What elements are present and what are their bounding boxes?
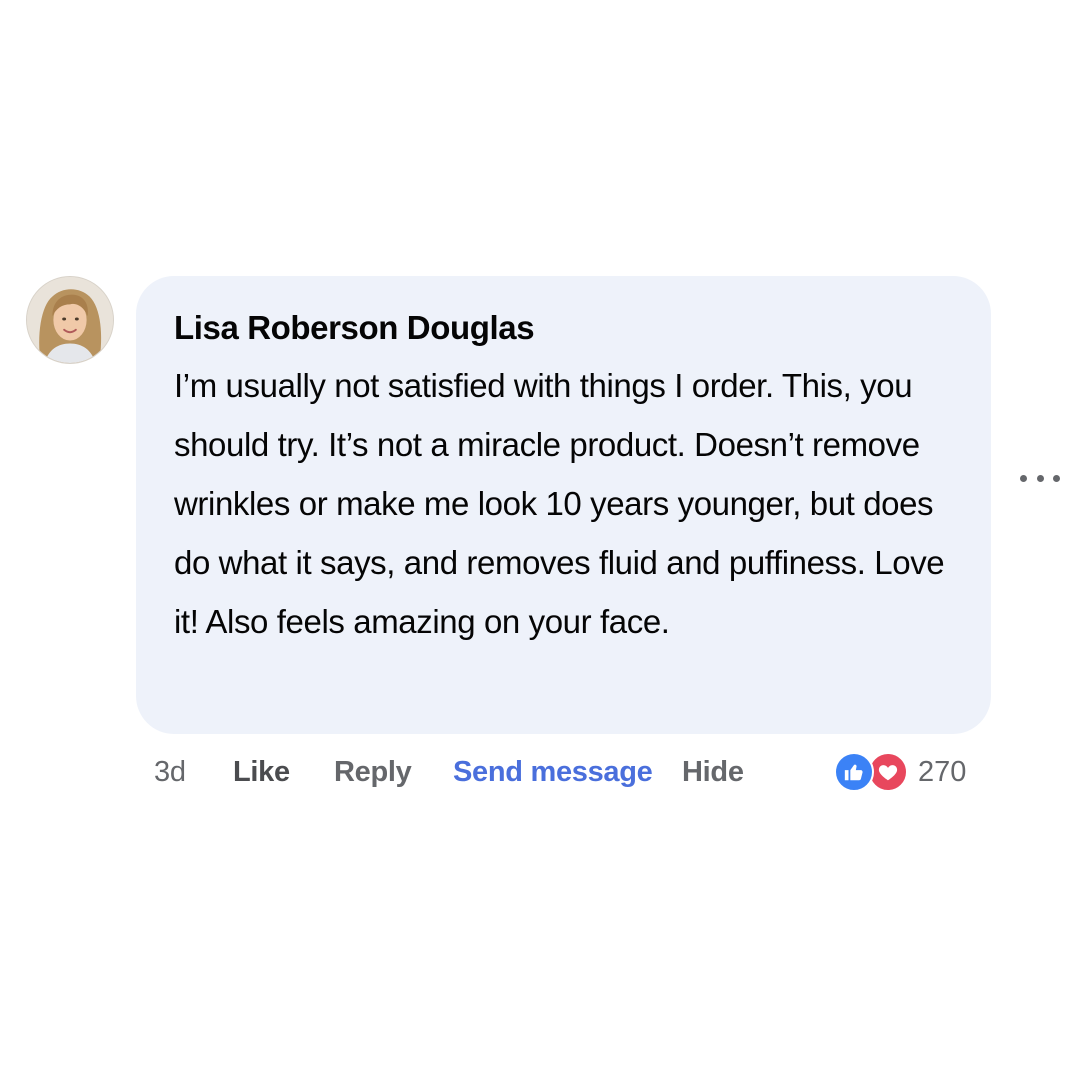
dot: [1036, 474, 1044, 482]
like-icon: [834, 752, 874, 792]
profile-photo-icon: [27, 277, 113, 363]
comment: Lisa Roberson Douglas I’m usually not sa…: [26, 276, 1066, 806]
comment-text: I’m usually not satisfied with things I …: [174, 367, 945, 640]
like-button[interactable]: Like: [233, 750, 290, 794]
reaction-count: 270: [918, 756, 967, 788]
more-options-icon[interactable]: [1020, 466, 1060, 490]
avatar[interactable]: [26, 276, 114, 364]
hide-button[interactable]: Hide: [682, 750, 744, 794]
reply-button[interactable]: Reply: [334, 750, 412, 794]
love-icon: [868, 752, 908, 792]
comment-author[interactable]: Lisa Roberson Douglas: [174, 306, 953, 350]
send-message-button[interactable]: Send message: [453, 750, 653, 794]
dot: [1053, 474, 1060, 482]
comment-timestamp[interactable]: 3d: [154, 750, 186, 794]
comment-actions: 3d Like Reply Send message Hide 270: [26, 750, 1026, 794]
reactions-summary[interactable]: 270: [834, 752, 966, 792]
dot: [1020, 474, 1027, 482]
comment-bubble: Lisa Roberson Douglas I’m usually not sa…: [136, 276, 991, 734]
